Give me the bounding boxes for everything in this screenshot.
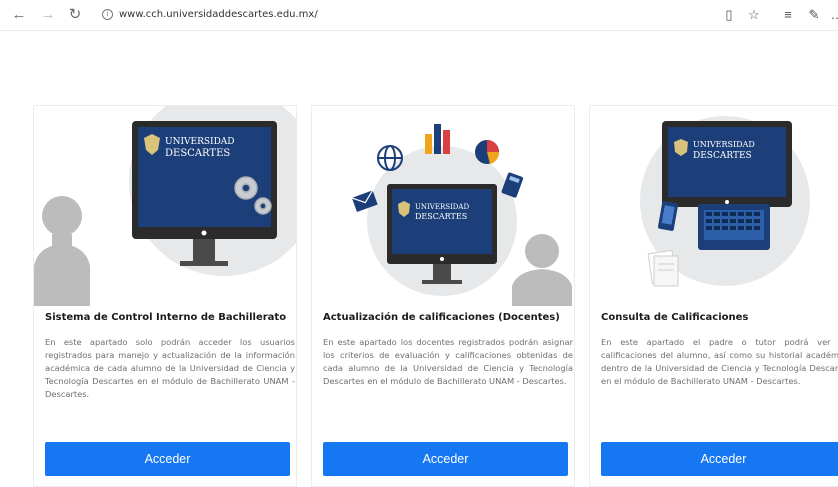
documents-icon — [647, 249, 679, 287]
reading-view-icon[interactable]: ▯ — [720, 6, 738, 24]
address-bar[interactable]: i www.cch.universidaddescartes.edu.mx/ — [102, 5, 512, 25]
card-description: En este apartado el padre o tutor podrá … — [601, 337, 838, 386]
person-silhouette-icon — [34, 196, 90, 306]
favorites-list-icon[interactable]: ≡ — [779, 6, 797, 24]
pie-chart-icon — [475, 140, 500, 164]
site-info-icon[interactable]: i — [102, 8, 113, 20]
svg-text:DESCARTES: DESCARTES — [165, 148, 230, 159]
card-description: En este apartado solo podrán acceder los… — [45, 337, 295, 399]
back-arrow-icon[interactable]: ← — [10, 6, 28, 24]
keyboard-icon — [698, 204, 770, 250]
svg-text:DESCARTES: DESCARTES — [693, 151, 752, 161]
favorite-star-icon[interactable]: ☆ — [745, 6, 763, 24]
svg-text:DESCARTES: DESCARTES — [415, 212, 467, 221]
forward-arrow-icon[interactable]: → — [39, 6, 57, 24]
control-system-illustration: UNIVERSIDAD DESCARTES — [34, 106, 296, 306]
card-title: Sistema de Control Interno de Bachillera… — [45, 312, 287, 323]
svg-text:UNIVERSIDAD: UNIVERSIDAD — [415, 203, 469, 211]
card-description: En este apartado los docentes registrado… — [323, 337, 573, 386]
bar-chart-icon — [425, 124, 450, 154]
refresh-icon[interactable]: ↻ — [66, 6, 84, 24]
card-bachillerato-control: UNIVERSIDAD DESCARTES Sistema de Control… — [33, 105, 297, 487]
card-consulta-calificaciones: UNIVERSIDAD DESCARTES Consulta de Califi… — [589, 105, 838, 487]
share-icon[interactable]: … — [828, 6, 838, 24]
acceder-button-consulta[interactable]: Acceder — [601, 442, 838, 476]
svg-text:UNIVERSIDAD: UNIVERSIDAD — [693, 140, 755, 149]
pen-icon[interactable]: ✎ — [805, 6, 823, 24]
teachers-grades-illustration: UNIVERSIDAD DESCARTES — [351, 124, 572, 306]
card-title: Consulta de Calificaciones — [601, 312, 749, 323]
acceder-button-docentes[interactable]: Acceder — [323, 442, 568, 476]
grades-consult-illustration: UNIVERSIDAD DESCARTES — [640, 116, 810, 287]
acceder-button-bachillerato[interactable]: Acceder — [45, 442, 290, 476]
svg-text:UNIVERSIDAD: UNIVERSIDAD — [165, 137, 235, 147]
card-docentes-grades: UNIVERSIDAD DESCARTES Actualización de c… — [311, 105, 575, 487]
person-silhouette-icon — [512, 234, 572, 306]
globe-icon — [377, 145, 403, 171]
url-text: www.cch.universidaddescartes.edu.mx/ — [119, 9, 318, 20]
card-title: Actualización de calificaciones (Docente… — [323, 312, 560, 323]
browser-toolbar: ← → ↻ i www.cch.universidaddescartes.edu.… — [0, 0, 838, 31]
